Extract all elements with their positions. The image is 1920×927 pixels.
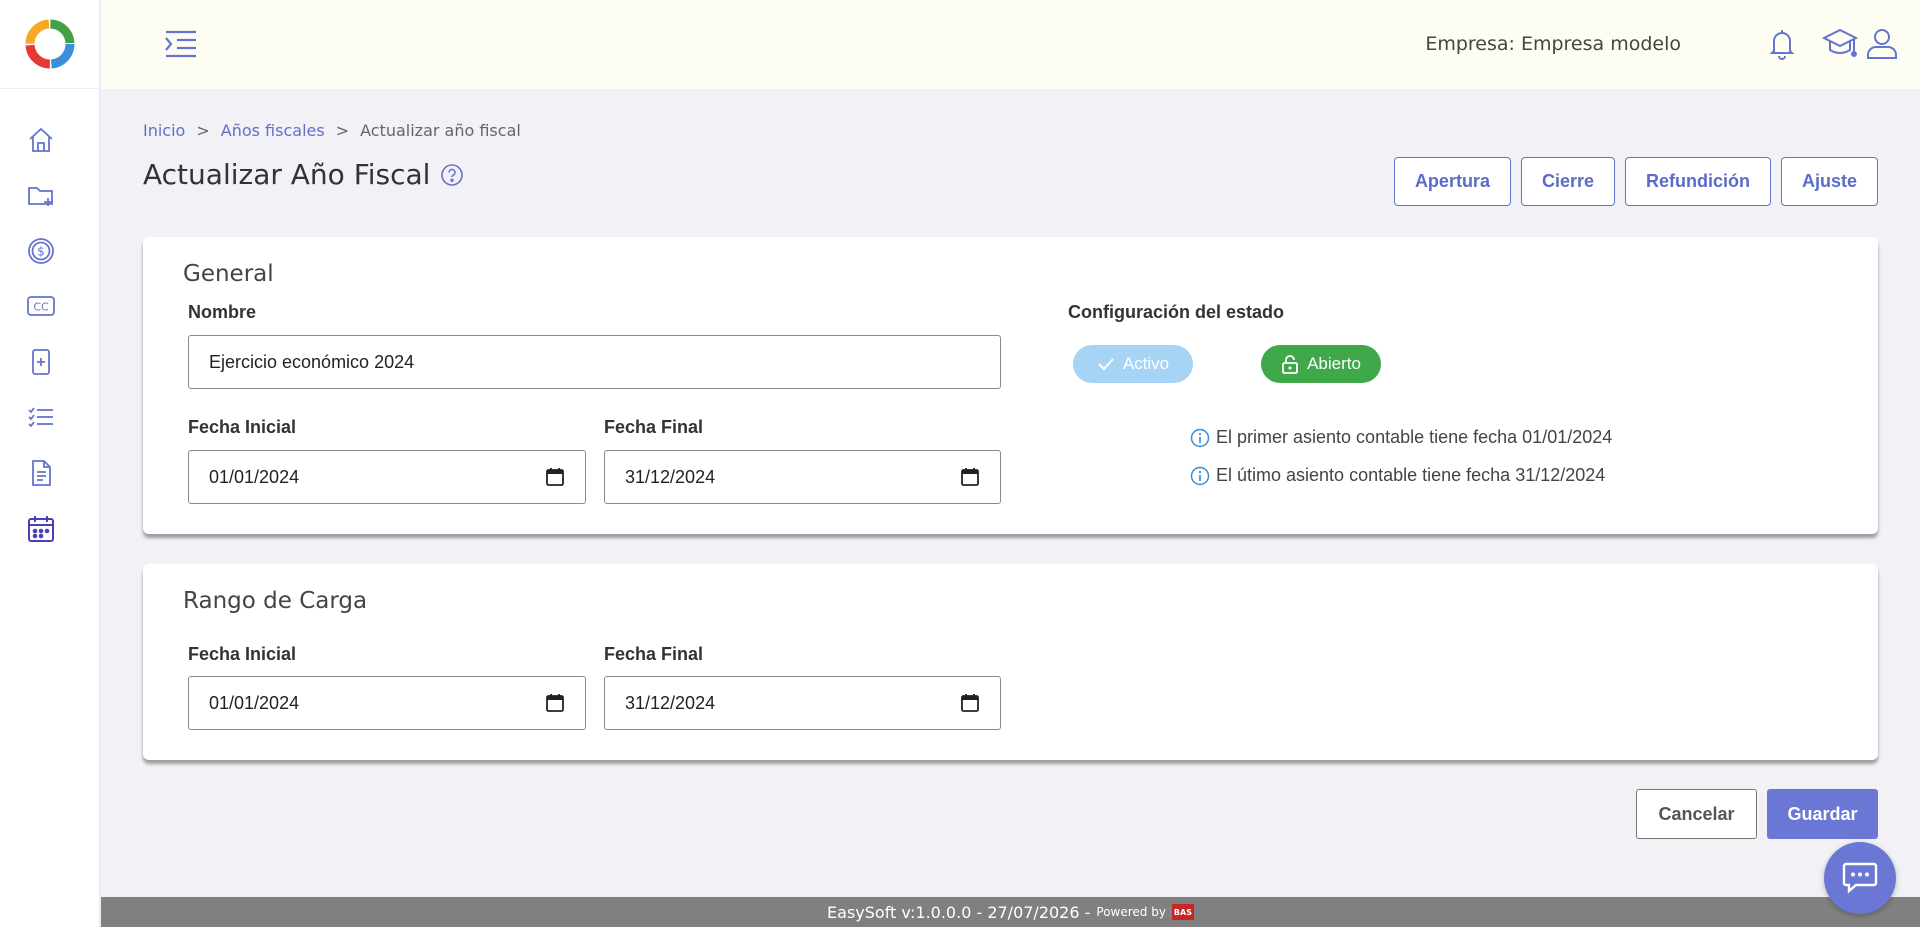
rango-fecha-inicial-value: 01/01/2024 <box>209 692 300 713</box>
cc-icon[interactable]: CC <box>25 290 57 322</box>
fiscal-actions: Apertura Cierre Refundición Ajuste <box>1393 157 1878 206</box>
footer-powered: Powered by <box>1096 905 1166 919</box>
bell-icon[interactable] <box>1764 25 1800 61</box>
breadcrumb-current: Actualizar año fiscal <box>360 121 521 140</box>
info-first-entry: El primer asiento contable tiene fecha 0… <box>1190 427 1612 448</box>
fecha-inicial-value: 01/01/2024 <box>209 466 300 487</box>
abierto-toggle[interactable]: Abierto <box>1261 345 1381 383</box>
nombre-label: Nombre <box>188 302 257 322</box>
rango-fecha-final-input[interactable]: 31/12/2024 <box>604 676 1001 730</box>
fecha-final-label: Fecha Final <box>604 417 704 437</box>
general-card: General Nombre Ejercicio económico 2024 … <box>143 237 1878 534</box>
activo-toggle[interactable]: Activo <box>1073 345 1193 383</box>
calendar-picker-icon[interactable] <box>545 693 565 713</box>
dollar-icon[interactable]: $ <box>25 235 57 267</box>
svg-text:$: $ <box>37 245 45 259</box>
home-icon[interactable] <box>25 124 57 156</box>
cierre-button[interactable]: Cierre <box>1520 157 1615 206</box>
document-plus-icon[interactable] <box>25 346 57 378</box>
file-text-icon[interactable] <box>25 457 57 489</box>
ajuste-button[interactable]: Ajuste <box>1780 157 1878 206</box>
abierto-label: Abierto <box>1307 354 1361 373</box>
breadcrumb-inicio[interactable]: Inicio <box>143 121 185 140</box>
folder-plus-icon[interactable] <box>25 179 57 211</box>
footer-version: EasySoft v:1.0.0.0 - 27/07/2026 - <box>827 902 1091 922</box>
company-label: Empresa: Empresa modelo <box>1425 33 1681 55</box>
chat-bubble-icon <box>1842 862 1878 894</box>
cancel-button[interactable]: Cancelar <box>1636 789 1757 839</box>
rango-fecha-inicial-input[interactable]: 01/01/2024 <box>188 676 586 730</box>
chat-button[interactable] <box>1824 842 1896 914</box>
graduation-cap-icon[interactable] <box>1821 25 1859 61</box>
logo-icon <box>25 19 74 69</box>
footer: EasySoft v:1.0.0.0 - 27/07/2026 - Powere… <box>101 897 1920 927</box>
breadcrumb-separator: > <box>196 121 210 140</box>
page-title-row: Actualizar Año Fiscal <box>143 158 464 191</box>
checklist-icon[interactable] <box>25 401 57 433</box>
fecha-final-value: 31/12/2024 <box>625 466 716 487</box>
activo-label: Activo <box>1122 354 1170 373</box>
rango-fecha-inicial-label: Fecha Inicial <box>188 644 297 664</box>
menu-toggle-icon[interactable] <box>164 28 198 60</box>
info-last-entry: El útimo asiento contable tiene fecha 31… <box>1190 465 1605 486</box>
info-last-text: El útimo asiento contable tiene fecha 31… <box>1216 465 1606 485</box>
sidebar: $ CC <box>0 0 100 927</box>
calendar-picker-icon[interactable] <box>960 693 980 713</box>
general-title: General <box>183 261 274 287</box>
breadcrumb-separator: > <box>335 121 350 140</box>
svg-text:CC: CC <box>33 301 49 314</box>
page-title: Actualizar Año Fiscal <box>143 158 431 191</box>
apertura-button[interactable]: Apertura <box>1393 157 1511 206</box>
fecha-inicial-label: Fecha Inicial <box>188 417 297 437</box>
app-logo[interactable] <box>0 0 99 89</box>
rango-carga-card: Rango de Carga Fecha Inicial 01/01/2024 … <box>143 564 1878 760</box>
form-actions: Cancelar Guardar <box>1636 789 1878 839</box>
info-first-text: El primer asiento contable tiene fecha 0… <box>1216 427 1613 447</box>
nombre-input[interactable]: Ejercicio económico 2024 <box>188 335 1001 389</box>
info-icon <box>1190 428 1210 447</box>
rango-fecha-final-value: 31/12/2024 <box>625 692 716 713</box>
topbar: Empresa: Empresa modelo <box>101 0 1920 89</box>
user-icon[interactable] <box>1864 25 1900 61</box>
info-icon <box>1190 466 1210 485</box>
refundicion-button[interactable]: Refundición <box>1624 157 1771 206</box>
status-config-label: Configuración del estado <box>1068 302 1285 322</box>
save-button[interactable]: Guardar <box>1767 789 1878 839</box>
calendar-picker-icon[interactable] <box>960 467 980 487</box>
rango-title: Rango de Carga <box>183 588 368 614</box>
fecha-inicial-input[interactable]: 01/01/2024 <box>188 450 586 504</box>
calendar-picker-icon[interactable] <box>545 467 565 487</box>
bas-logo: BAS <box>1171 904 1194 920</box>
rango-fecha-final-label: Fecha Final <box>604 644 704 664</box>
breadcrumb-anos-fiscales[interactable]: Años fiscales <box>221 121 325 140</box>
fecha-final-input[interactable]: 31/12/2024 <box>604 450 1001 504</box>
nombre-value: Ejercicio económico 2024 <box>209 351 415 372</box>
breadcrumb: Inicio > Años fiscales > Actualizar año fisc… <box>143 121 521 140</box>
calendar-icon[interactable] <box>25 513 57 545</box>
check-icon <box>1098 358 1114 371</box>
help-icon[interactable] <box>440 163 464 187</box>
unlock-icon <box>1282 355 1298 374</box>
